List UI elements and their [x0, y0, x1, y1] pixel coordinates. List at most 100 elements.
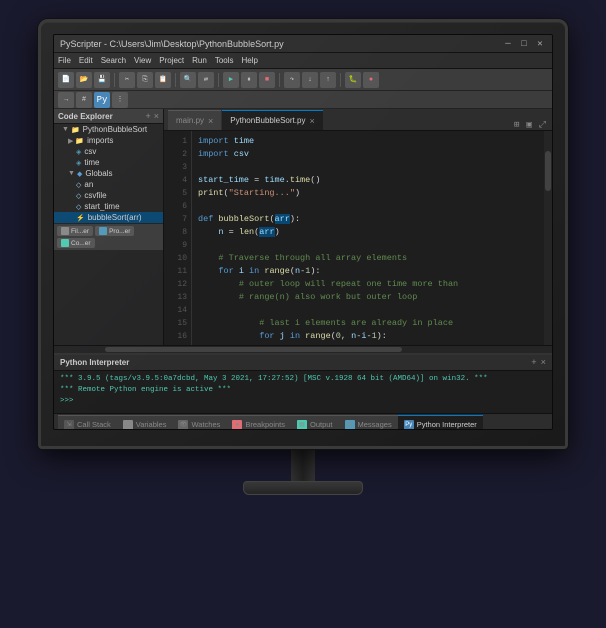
- minimize-button[interactable]: ─: [502, 38, 514, 50]
- tab-call-stack[interactable]: ⇲ Call Stack: [58, 415, 117, 430]
- tab-bubblesort[interactable]: PythonBubbleSort.py ×: [222, 110, 322, 130]
- folder-icon-root: 📁: [71, 126, 80, 134]
- tab-bubblesort-close[interactable]: ×: [309, 116, 314, 126]
- menu-help[interactable]: Help: [242, 56, 258, 65]
- stop-icon[interactable]: ■: [259, 72, 275, 88]
- scrollbar-vertical[interactable]: [544, 131, 552, 345]
- tree-label-starttime: start_time: [84, 202, 119, 211]
- maximize-button[interactable]: □: [518, 38, 530, 50]
- step-out-icon[interactable]: ↑: [320, 72, 336, 88]
- new-file-icon[interactable]: 📄: [58, 72, 74, 88]
- tree-arrow-root: ▼: [62, 126, 69, 133]
- interpreter-content[interactable]: *** 3.9.5 (tags/v3.9.5:0a7dcbd, May 3 20…: [54, 371, 552, 413]
- menu-project[interactable]: Project: [159, 56, 184, 65]
- tab-layout-icon[interactable]: ▣: [524, 120, 533, 130]
- main-area: Code Explorer + × ▼ 📁 PythonBubbleSort ▶: [54, 109, 552, 345]
- tab-variables[interactable]: ⊞ Variables: [117, 415, 173, 430]
- step-over-icon[interactable]: ↷: [284, 72, 300, 88]
- sidebar-close-icon[interactable]: ×: [154, 111, 159, 121]
- window-title: PyScripter - C:\Users\Jim\Desktop\Python…: [60, 39, 284, 49]
- tab-copy-path-icon[interactable]: ⊞: [512, 120, 521, 130]
- close-button[interactable]: ✕: [534, 38, 546, 50]
- tab-breakpoints[interactable]: ● Breakpoints: [226, 415, 291, 430]
- tree-label-an: an: [84, 180, 93, 189]
- save-icon[interactable]: 💾: [94, 72, 110, 88]
- scrollbar-thumb[interactable]: [545, 151, 551, 191]
- tab-watches-label: Watches: [191, 420, 220, 429]
- tab-fullscreen-icon[interactable]: ⤢: [537, 120, 548, 130]
- tab-python-interpreter[interactable]: Py Python Interpreter: [398, 415, 483, 430]
- panel-close-icon[interactable]: ×: [541, 358, 546, 368]
- tab-variables-label: Variables: [136, 420, 167, 429]
- menu-file[interactable]: File: [58, 56, 71, 65]
- tree-item-csvfile[interactable]: ◇ csvfile: [54, 190, 163, 201]
- toolbar-sep-2: [175, 73, 176, 87]
- search-icon[interactable]: 🔍: [180, 72, 196, 88]
- menu-tools[interactable]: Tools: [215, 56, 234, 65]
- tree-label-bubblesort: bubbleSort(arr): [88, 213, 142, 222]
- toolbar-sep-3: [218, 73, 219, 87]
- code-editor[interactable]: 1 2 3 4 5 6 7 8 9 10 11 12 13: [164, 131, 552, 345]
- menu-search[interactable]: Search: [101, 56, 126, 65]
- var-icon-starttime: ◇: [76, 203, 81, 211]
- run-icon[interactable]: ▶: [223, 72, 239, 88]
- tab-call-stack-label: Call Stack: [77, 420, 111, 429]
- paste-icon[interactable]: 📋: [155, 72, 171, 88]
- cover-label: Co...er: [71, 240, 91, 247]
- tree-item-root[interactable]: ▼ 📁 PythonBubbleSort: [54, 124, 163, 135]
- tab-watches[interactable]: 👁 Watches: [172, 415, 226, 430]
- tree-item-time[interactable]: ◈ time: [54, 157, 163, 168]
- tree-item-starttime[interactable]: ◇ start_time: [54, 201, 163, 212]
- open-icon[interactable]: 📂: [76, 72, 92, 88]
- tab-output[interactable]: ▤ Output: [291, 415, 339, 430]
- copy-icon[interactable]: ⎘: [137, 72, 153, 88]
- menu-edit[interactable]: Edit: [79, 56, 93, 65]
- breakpoint-icon[interactable]: ●: [363, 72, 379, 88]
- monitor-outer: PyScripter - C:\Users\Jim\Desktop\Python…: [23, 19, 583, 609]
- output-icon: ▤: [297, 420, 307, 430]
- sidebar-pin-icon[interactable]: +: [145, 111, 150, 121]
- tab-messages-label: Messages: [358, 420, 392, 429]
- scrollbar-horizontal-track[interactable]: [56, 347, 550, 352]
- comment-icon[interactable]: #: [76, 92, 92, 108]
- menu-run[interactable]: Run: [192, 56, 207, 65]
- tree-item-bubblesort[interactable]: ⚡ bubbleSort(arr): [54, 212, 163, 223]
- replace-icon[interactable]: ⇄: [198, 72, 214, 88]
- scrollbar-horizontal-thumb[interactable]: [105, 347, 401, 352]
- pause-icon[interactable]: ⏸: [241, 72, 257, 88]
- step-into-icon[interactable]: ↓: [302, 72, 318, 88]
- variables-icon: ⊞: [123, 420, 133, 430]
- tree-item-imports[interactable]: ▶ 📁 imports: [54, 135, 163, 146]
- tab-output-label: Output: [310, 420, 333, 429]
- snippet-icon[interactable]: ⋮: [112, 92, 128, 108]
- properties-label: Pro...er: [109, 228, 130, 235]
- sidebar-header: Code Explorer + ×: [54, 109, 163, 124]
- tree-label-csv: csv: [84, 147, 96, 156]
- tree-label-csvfile: csvfile: [84, 191, 106, 200]
- tree-item-csv[interactable]: ◈ csv: [54, 146, 163, 157]
- globals-icon: ◆: [77, 170, 82, 178]
- toolbar-sep-4: [279, 73, 280, 87]
- tree-item-an[interactable]: ◇ an: [54, 179, 163, 190]
- panel-pin-icon[interactable]: +: [531, 358, 536, 368]
- menu-view[interactable]: View: [134, 56, 151, 65]
- properties-button[interactable]: Pro...er: [95, 226, 134, 236]
- debug-icon[interactable]: 🐛: [345, 72, 361, 88]
- monitor-base: [243, 481, 363, 495]
- tab-main[interactable]: main.py ×: [168, 110, 221, 130]
- panel-title: Python Interpreter: [60, 358, 129, 367]
- tab-main-label: main.py: [176, 116, 204, 125]
- cover-button[interactable]: Co...er: [57, 238, 95, 248]
- tab-controls: ⊞ ▣ ⤢: [512, 120, 548, 130]
- filter-button[interactable]: Fil...er: [57, 226, 93, 236]
- cut-icon[interactable]: ✂: [119, 72, 135, 88]
- python-icon[interactable]: Py: [94, 92, 110, 108]
- toolbar-secondary: → # Py ⋮: [54, 91, 552, 109]
- tab-main-close[interactable]: ×: [208, 116, 213, 126]
- indent-icon[interactable]: →: [58, 92, 74, 108]
- tree-arrow-globals: ▼: [68, 170, 75, 177]
- tree-label-imports: imports: [87, 136, 113, 145]
- breakpoints-icon: ●: [232, 420, 242, 430]
- tab-messages[interactable]: ✉ Messages: [339, 415, 398, 430]
- tree-item-globals[interactable]: ▼ ◆ Globals: [54, 168, 163, 179]
